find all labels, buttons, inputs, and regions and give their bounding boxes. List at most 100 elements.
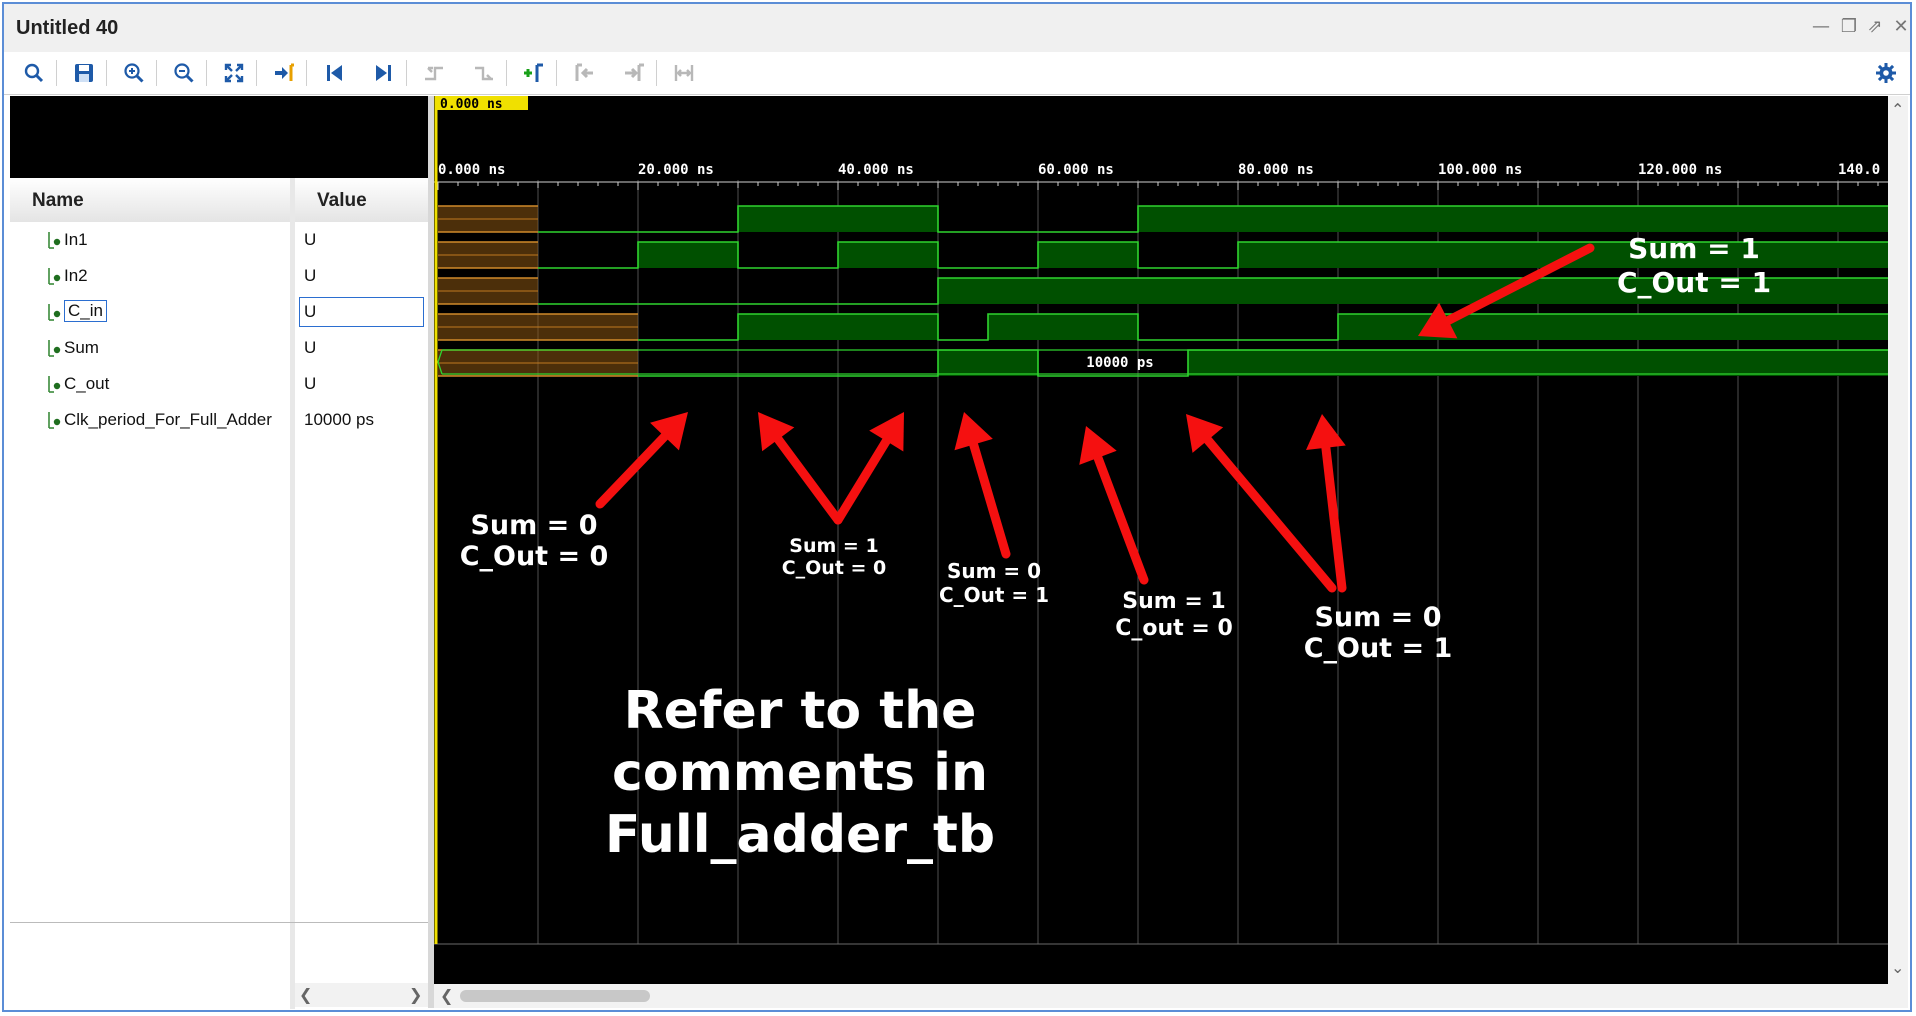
signal-high-segment [1038,242,1138,268]
maximize-icon[interactable]: ⇗ [1864,16,1886,38]
waveform-hscrollbar[interactable]: ❮ [434,984,1908,1008]
scroll-left-icon[interactable]: ❮ [440,986,453,1005]
annotation-arrow [1093,453,1149,585]
signal-value: U [304,374,317,393]
clock-period-label: 10000 ps [1086,355,1153,371]
big-comment-line: Refer to the [624,681,977,741]
go-to-start-icon[interactable] [318,57,350,89]
signal-high-segment [738,206,938,232]
signal-value: 10000 ps [304,410,374,429]
title-bar: Untitled 40 — ❐ ⇗ ✕ [4,4,1910,52]
value-row[interactable]: U [295,366,428,402]
previous-marker-icon[interactable] [568,57,600,89]
signal-high-segment [938,350,1038,376]
value-selection-box [299,297,424,327]
time-tick-label: 120.000 ns [1638,162,1722,178]
annotation-label: Sum = 0 [470,510,597,541]
signal-row-in2[interactable]: In2 [10,258,290,294]
waveform-canvas[interactable]: 0.000 ns 20.000 ns 40.000 ns 60.000 ns 80.00… [434,96,1888,984]
waveform-area[interactable]: 0.000 ns 20.000 ns 40.000 ns 60.000 ns 80.00… [434,96,1888,984]
value-column-label: Value [317,190,367,211]
signal-row-c-out[interactable]: C_out [10,366,290,402]
search-icon[interactable] [18,57,50,89]
annotation-label: Sum = 1 [789,535,878,557]
time-tick-label: 140.0 [1838,162,1880,178]
value-row[interactable]: U [295,258,428,294]
go-to-cursor-icon[interactable] [268,57,300,89]
zoom-fit-icon[interactable] [218,57,250,89]
annotation-label: Sum = 1 [1122,589,1226,614]
next-transition-icon[interactable] [468,57,500,89]
signal-value: U [304,266,317,285]
signal-icon [48,412,61,429]
minimize-icon[interactable]: — [1810,16,1832,38]
scroll-up-icon[interactable]: ⌃ [1891,100,1904,119]
signal-name: In2 [64,266,88,285]
annotation-label: C_out = 0 [1115,616,1233,641]
save-icon[interactable] [68,57,100,89]
annotation-label: C_Out = 1 [1304,633,1453,664]
close-icon[interactable]: ✕ [1890,16,1912,38]
value-row[interactable]: U [295,330,428,366]
value-row[interactable]: U [295,222,428,258]
value-hscrollbar[interactable]: ❮ ❯ [295,983,428,1007]
time-tick-label: 0.000 ns [438,162,505,178]
signal-list-footer: ❮ ❯ [10,922,428,1009]
signal-high-segment [1138,206,1888,232]
value-column-header[interactable]: Value [295,178,428,223]
name-column-header[interactable]: Name [10,178,290,223]
waveform-vscrollbar[interactable]: ⌃ ⌄ [1888,96,1908,984]
signal-icon [48,376,61,393]
annotation-arrow [1321,443,1347,593]
signal-high-segment [988,314,1138,340]
signal-row-c-in[interactable]: C_in [10,294,290,330]
signal-row-sum[interactable]: Sum [10,330,290,366]
annotation-label: C_Out = 1 [1617,266,1771,299]
scroll-down-icon[interactable]: ⌄ [1891,958,1904,977]
annotation-arrow [773,434,843,525]
zoom-in-icon[interactable] [118,57,150,89]
scroll-left-icon[interactable]: ❮ [299,985,312,1004]
next-marker-icon[interactable] [618,57,650,89]
annotation-arrow [969,440,1011,559]
signal-high-segment [1188,350,1888,376]
restore-icon[interactable]: ❐ [1838,16,1860,38]
scroll-right-icon[interactable]: ❯ [409,985,422,1004]
hscroll-thumb[interactable] [460,990,650,1002]
swap-cursors-icon[interactable] [668,57,700,89]
annotation-arrow [595,432,669,509]
zoom-out-icon[interactable] [168,57,200,89]
gear-icon[interactable] [1870,57,1902,89]
annotation-arrow [1203,435,1337,593]
signal-name-column: In1 In2 C_in Sum C_out Clk_period_For_Fu… [10,222,290,922]
signal-name: C_out [64,374,110,393]
signal-name: Clk_period_For_Full_Adder [64,410,272,429]
add-marker-icon[interactable] [518,57,550,89]
annotation-label: Sum = 1 [1628,232,1760,265]
signal-icon [48,304,61,321]
time-tick-label: 60.000 ns [1038,162,1114,178]
big-comment-line: comments in [612,743,988,803]
annotation-arrow-head [1306,414,1346,451]
annotation-label: C_Out = 1 [939,583,1049,607]
signal-name: Sum [64,338,99,357]
annotation-arrow-head [758,412,795,452]
signal-icon [48,232,61,249]
signal-name-selected: C_in [64,300,107,322]
big-comment-line: Full_adder_tb [605,805,995,865]
signal-row-in1[interactable]: In1 [10,222,290,258]
time-tick-label: 20.000 ns [638,162,714,178]
window-title: Untitled 40 [16,17,119,39]
value-row[interactable]: U [295,294,428,330]
signal-value-column: U U U U U 10000 ps [295,222,428,922]
annotation-label: Sum = 0 [1314,602,1441,633]
signal-name: In1 [64,230,88,249]
signal-row-clk-period[interactable]: Clk_period_For_Full_Adder [10,402,290,438]
waveform-viewer-window: Untitled 40 — ❐ ⇗ ✕ Name Value In1 In2 C… [0,0,1916,1016]
annotation-arrow [833,436,891,525]
value-row[interactable]: 10000 ps [295,402,428,438]
time-tick-label: 100.000 ns [1438,162,1522,178]
go-to-end-icon[interactable] [368,57,400,89]
previous-transition-icon[interactable] [418,57,450,89]
annotation-label: C_Out = 0 [460,541,609,572]
